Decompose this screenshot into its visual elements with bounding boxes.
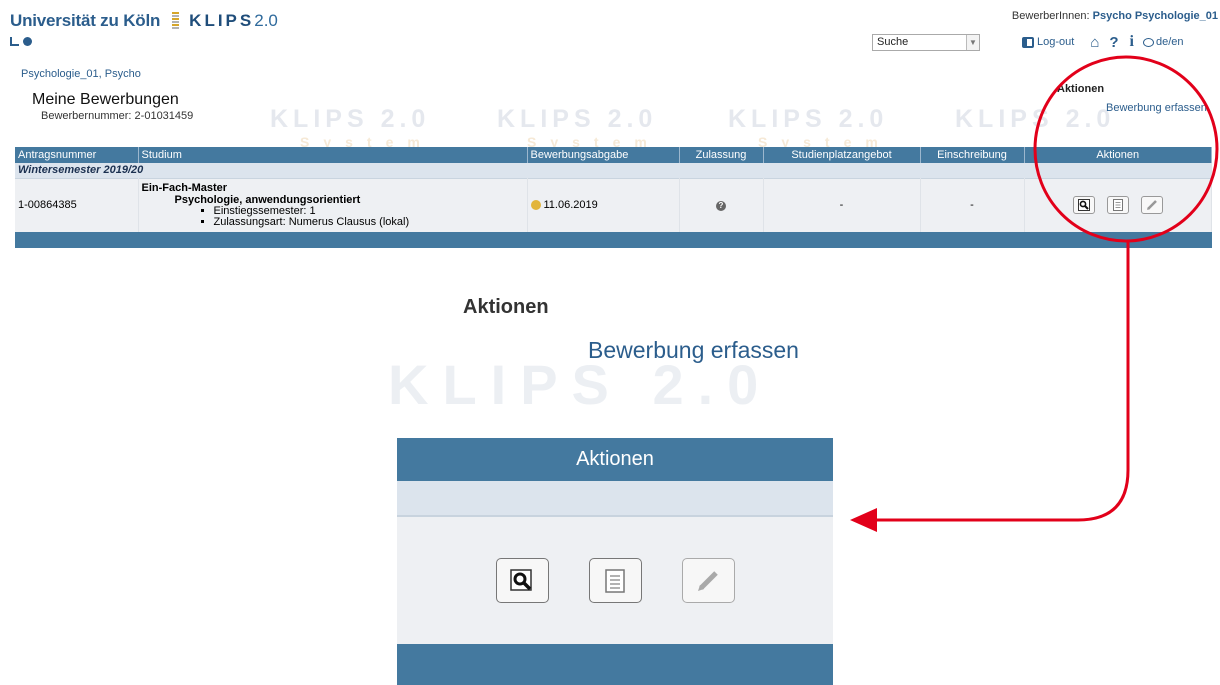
external-link-icon[interactable] bbox=[10, 37, 19, 46]
home-icon[interactable]: ⌂ bbox=[1090, 34, 1099, 51]
view-button[interactable] bbox=[1072, 196, 1095, 215]
university-name[interactable]: Universität zu Köln bbox=[10, 11, 160, 31]
logout-link[interactable]: Log-out bbox=[1022, 36, 1074, 48]
watermark: KLIPS 2.0 bbox=[728, 105, 889, 133]
document-button[interactable] bbox=[1106, 196, 1129, 215]
logout-icon bbox=[1022, 36, 1034, 48]
semester-row: Wintersemester 2019/20 bbox=[15, 163, 1212, 178]
annotation-arrow-line bbox=[875, 241, 1130, 522]
klips-logo-version: 2.0 bbox=[254, 11, 278, 30]
edit-icon bbox=[698, 570, 718, 591]
document-icon bbox=[1112, 199, 1123, 212]
annotation-arrow-head bbox=[850, 508, 877, 532]
help-icon[interactable]: ? bbox=[1109, 34, 1118, 51]
chevron-down-icon[interactable]: ▼ bbox=[966, 35, 979, 50]
language-label: de/en bbox=[1156, 36, 1184, 48]
enrollment-cell: - bbox=[920, 177, 1025, 232]
watermark: KLIPS 2.0 bbox=[270, 105, 431, 133]
language-switch[interactable]: de/en bbox=[1143, 36, 1184, 48]
status-question-icon: ? bbox=[716, 201, 726, 212]
search-select[interactable]: Suche ▼ bbox=[872, 34, 980, 51]
zoom-table-footer bbox=[397, 644, 833, 685]
applicant-number-label: Bewerbernummer: bbox=[41, 110, 132, 122]
col-header-bewerbungsabgabe[interactable]: Bewerbungsabgabe bbox=[527, 147, 680, 163]
mini-toolbar bbox=[10, 37, 32, 46]
col-header-zulassung[interactable]: Zulassung bbox=[679, 147, 764, 163]
edit-button[interactable] bbox=[1140, 196, 1163, 215]
zoom-table-header: Aktionen bbox=[397, 438, 833, 481]
applicant-number: Bewerbernummer: 2-01031459 bbox=[41, 110, 193, 122]
klips-logo-text: KLIPS bbox=[189, 11, 255, 30]
brand[interactable]: Universität zu Köln KLIPS2.0 bbox=[10, 9, 278, 33]
zoom-create-application-link[interactable]: Bewerbung erfassen bbox=[588, 337, 799, 364]
top-actions: Log-out ⌂ ? i de/en bbox=[1022, 33, 1184, 51]
zoom-action-buttons bbox=[397, 517, 833, 644]
zoom-semester-band bbox=[397, 481, 833, 517]
col-header-studienplatzangebot[interactable]: Studienplatzangebot bbox=[763, 147, 921, 163]
user-name[interactable]: Psycho Psychologie_01 bbox=[1093, 10, 1218, 22]
user-label: BewerberInnen: bbox=[1011, 10, 1090, 22]
klips-logo[interactable]: KLIPS2.0 bbox=[189, 11, 278, 31]
degree-type: Ein-Fach-Master bbox=[141, 182, 228, 195]
actions-heading: Aktionen bbox=[1057, 83, 1105, 95]
status-warning-icon bbox=[530, 200, 541, 211]
zoom-edit-button[interactable] bbox=[681, 558, 735, 603]
header-bar: Universität zu Köln KLIPS2.0 BewerberInn… bbox=[0, 0, 1220, 56]
table-header-row: Antragsnummer Studium Bewerbungsabgabe Z… bbox=[15, 147, 1212, 163]
view-icon bbox=[1077, 199, 1090, 212]
zoom-actions-heading: Aktionen bbox=[463, 296, 549, 318]
speech-bubble-icon bbox=[1143, 37, 1154, 47]
col-header-aktionen: Aktionen bbox=[1024, 147, 1212, 163]
submission-cell: 11.06.2019 bbox=[527, 177, 680, 232]
zoom-view-button[interactable] bbox=[495, 558, 549, 603]
semester-label: Wintersemester 2019/20 bbox=[15, 163, 1212, 178]
offer-cell: - bbox=[763, 177, 921, 232]
application-number: 1-00864385 bbox=[15, 177, 139, 232]
study-detail-admission: Zulassungsart: Numerus Clausus (lokal) bbox=[214, 217, 524, 228]
klips-logo-bars-icon bbox=[172, 12, 180, 30]
col-header-studium[interactable]: Studium bbox=[138, 147, 528, 163]
breadcrumb[interactable]: Psychologie_01, Psycho bbox=[21, 68, 141, 80]
zoom-actions-panel: Aktionen bbox=[397, 438, 833, 685]
view-icon bbox=[510, 568, 532, 591]
create-application-link[interactable]: Bewerbung erfassen bbox=[1106, 102, 1217, 114]
circle-arrow-icon[interactable] bbox=[23, 37, 32, 46]
study-details: Einstiegssemester: 1 Zulassungsart: Nume… bbox=[142, 206, 524, 228]
edit-icon bbox=[1146, 200, 1157, 211]
table-footer-row bbox=[15, 232, 1212, 248]
col-header-antragsnummer[interactable]: Antragsnummer bbox=[15, 147, 139, 163]
logout-label: Log-out bbox=[1037, 36, 1075, 48]
user-info: BewerberInnen: Psycho Psychologie_01 bbox=[1012, 10, 1218, 22]
page-title: Meine Bewerbungen bbox=[32, 91, 179, 108]
watermark: KLIPS 2.0 bbox=[497, 105, 658, 133]
table-row: 1-00864385 Ein-Fach-Master Psychologie, … bbox=[15, 177, 1212, 232]
admission-cell: ? bbox=[679, 177, 764, 232]
actions-box: Aktionen Bewerbung erfassen bbox=[1057, 83, 1217, 114]
study-cell: Ein-Fach-Master Psychologie, anwendungso… bbox=[138, 177, 528, 232]
applications-table: Antragsnummer Studium Bewerbungsabgabe Z… bbox=[15, 147, 1212, 248]
actions-cell bbox=[1024, 177, 1212, 232]
zoom-document-button[interactable] bbox=[588, 558, 642, 603]
submission-date: 11.06.2019 bbox=[543, 199, 598, 212]
info-icon[interactable]: i bbox=[1130, 33, 1134, 51]
search-select-value: Suche bbox=[877, 36, 909, 48]
applicant-number-value: 2-01031459 bbox=[134, 110, 194, 122]
col-header-einschreibung[interactable]: Einschreibung bbox=[920, 147, 1025, 163]
document-icon bbox=[605, 568, 625, 593]
